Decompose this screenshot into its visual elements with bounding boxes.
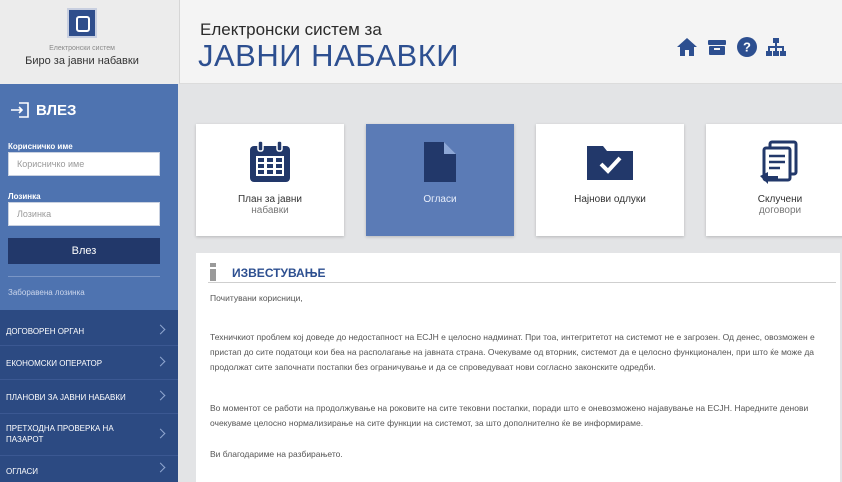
home-icon[interactable] [676, 36, 698, 58]
chevron-right-icon [155, 462, 166, 473]
site-title: ЈАВНИ НАБАВКИ [198, 38, 460, 73]
nav-item-label: ПЛАНОВИ ЗА ЈАВНИ НАБАВКИ [6, 393, 126, 402]
chevron-right-icon [155, 356, 166, 366]
nav-item-notices[interactable]: ОГЛАСИ [0, 456, 178, 482]
forgot-password-link[interactable]: Заборавена лозинка [8, 288, 85, 297]
tile-label-line1: Најнови одлуки [574, 194, 646, 205]
notice-title: ИЗВЕСТУВАЊЕ [232, 266, 326, 280]
notice-paragraph-2: Во моментот се работи на продолжување на… [210, 403, 809, 428]
login-panel: ВЛЕЗ Корисничко име Лозинка Влез Заборав… [0, 84, 178, 310]
tile-label: Склучени договори [706, 194, 842, 216]
divider [208, 282, 836, 283]
logo-small-text: Електронски систем [49, 45, 115, 52]
tile-label-line1: Склучени [757, 194, 803, 205]
header: Електронски систем Биро за јавни набавки… [0, 0, 842, 84]
login-icon [11, 102, 29, 118]
notice-closing: Ви благодариме на разбирањето. [210, 449, 343, 459]
login-title: ВЛЕЗ [36, 102, 77, 119]
nav-item-label: ОГЛАСИ [6, 467, 39, 476]
nav-item-label: ДОГОВОРЕН ОРГАН [6, 327, 85, 336]
chevron-right-icon [155, 428, 166, 438]
tile-procurement-plans[interactable]: План за јавни набавки [196, 124, 344, 236]
nav-item-contracting-authority[interactable]: ДОГОВОРЕН ОРГАН [0, 316, 178, 346]
help-icon[interactable]: ? [736, 36, 758, 58]
tile-label: Најнови одлуки [536, 194, 684, 205]
sidebar: ВЛЕЗ Корисничко име Лозинка Влез Заборав… [0, 84, 178, 482]
tile-label-line1: План за јавни [237, 194, 302, 205]
logo[interactable]: Електронски систем Биро за јавни набавки [0, 0, 180, 84]
chevron-right-icon [155, 390, 166, 400]
nav-item-label: ПРЕТХОДНА ПРОВЕРКА НА ПАЗАРОТ [6, 424, 114, 444]
notice-panel: ИЗВЕСТУВАЊЕ Почитувани корисници, Технич… [196, 253, 840, 482]
calendar-icon [250, 140, 290, 182]
folder-check-icon [587, 146, 633, 180]
tile-label-line2: набавки [251, 205, 289, 216]
tile-label-line2: договори [758, 205, 802, 216]
username-label: Корисничко име [8, 142, 73, 151]
nav-item-market-check[interactable]: ПРЕТХОДНА ПРОВЕРКА НА ПАЗАРОТ [0, 414, 178, 456]
tile-notices[interactable]: Огласи [366, 124, 514, 236]
divider [8, 276, 160, 277]
tile-label: План за јавни набавки [196, 194, 344, 216]
tile-label-line1: Огласи [423, 194, 457, 205]
logo-name: Биро за јавни набавки [25, 55, 139, 67]
tile-signed-contracts[interactable]: Склучени договори [706, 124, 842, 236]
document-icon [424, 142, 456, 182]
nav-item-economic-operator[interactable]: ЕКОНОМСКИ ОПЕРАТОР [0, 346, 178, 380]
svg-text:?: ? [743, 40, 751, 55]
sitemap-icon[interactable] [765, 36, 787, 58]
nav-item-procurement-plans[interactable]: ПЛАНОВИ ЗА ЈАВНИ НАБАВКИ [0, 380, 178, 414]
password-label: Лозинка [8, 192, 41, 201]
username-input[interactable] [8, 152, 160, 176]
inbox-icon[interactable] [706, 36, 728, 58]
password-input[interactable] [8, 202, 160, 226]
login-button[interactable]: Влез [8, 238, 160, 264]
chevron-right-icon [155, 324, 166, 334]
site-title-small: Електронски систем за [200, 20, 382, 39]
notice-paragraph-1: Техничкиот проблем кој доведе до недоста… [210, 332, 815, 372]
nav-item-label: ЕКОНОМСКИ ОПЕРАТОР [6, 359, 103, 368]
tile-latest-decisions[interactable]: Најнови одлуки [536, 124, 684, 236]
tile-label: Огласи [366, 194, 514, 205]
notice-greeting: Почитувани корисници, [210, 293, 303, 303]
emblem-icon [67, 8, 97, 38]
contracts-icon [760, 140, 798, 184]
info-icon [210, 263, 216, 281]
